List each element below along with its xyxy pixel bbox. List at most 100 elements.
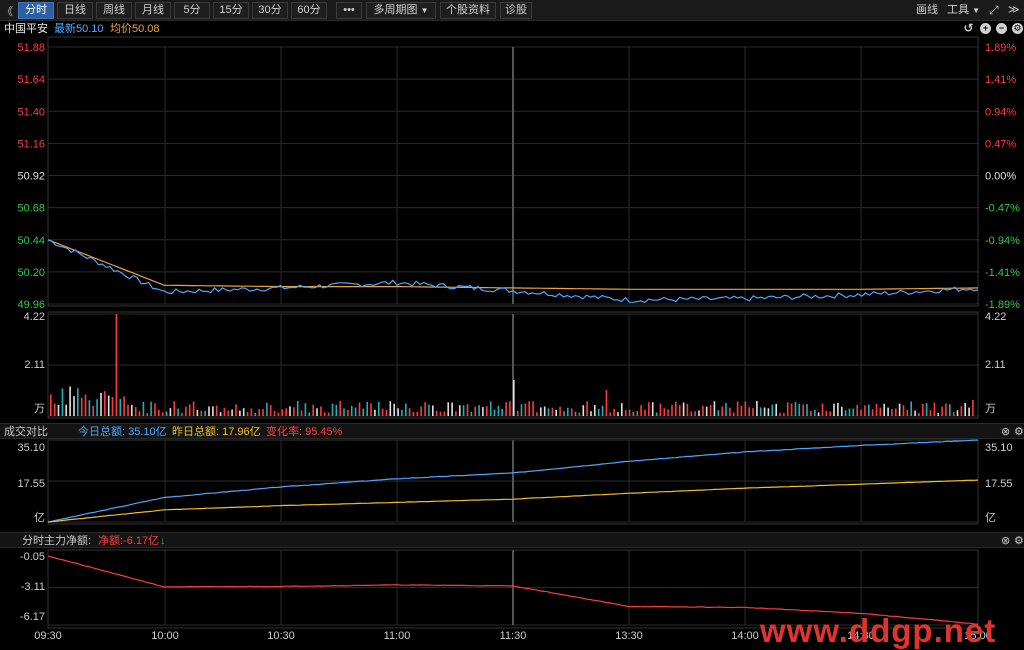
volume-bar [474, 406, 476, 416]
volume-bar [833, 403, 835, 416]
volume-bar [906, 409, 909, 416]
volume-bar [555, 409, 557, 416]
time-tick-label: 09:30 [34, 630, 62, 642]
volume-bar [536, 412, 538, 416]
volume-bar [509, 401, 511, 416]
volume-bar [682, 402, 685, 416]
percent-tick-label: 0.00% [985, 171, 1016, 183]
volume-bar [489, 401, 492, 416]
time-tick-label: 10:00 [151, 630, 179, 642]
volume-bar [405, 403, 407, 416]
volume-bar [759, 407, 762, 416]
volume-bar [590, 411, 592, 416]
volume-bar [659, 403, 662, 416]
volume-bar [374, 409, 376, 416]
volume-bar [84, 394, 87, 416]
volume-bar [459, 405, 461, 416]
volume-bar [408, 408, 411, 416]
volume-bar [486, 406, 488, 416]
volume-bar [790, 403, 793, 416]
volume-bar [856, 405, 858, 416]
volume-bar [435, 410, 438, 416]
volume-bar [497, 405, 500, 416]
volume-bar [146, 412, 149, 416]
volume-bar [200, 410, 203, 416]
volume-bar [717, 410, 720, 416]
volume-bar [956, 410, 959, 416]
gear-icon[interactable]: ⚙ [1014, 424, 1024, 440]
volume-bar [77, 388, 79, 416]
volume-bar [482, 407, 484, 416]
close-icon[interactable]: ⊗ [1001, 533, 1010, 549]
volume-bar [254, 412, 257, 416]
volume-bar [100, 392, 102, 416]
volume-bar [266, 402, 268, 416]
volume-bar [775, 403, 777, 416]
volume-bar [516, 410, 519, 416]
volume-bar [447, 402, 449, 416]
volume-bar [366, 401, 368, 416]
volume-bar [478, 405, 480, 416]
volume-bar [262, 409, 264, 416]
price-tick-label: 49.96 [17, 299, 45, 311]
turnover-panel-header: 成交对比 今日总额: 35.10亿 昨日总额: 17.96亿 变化率: 95.4… [0, 423, 1024, 439]
volume-bar [277, 412, 280, 416]
volume-bar [794, 401, 797, 416]
axis-labels: 51.88 1.89% 51.64 1.41% 51.40 0.94% 51.16 0.47%… [17, 42, 1020, 642]
volume-bar [231, 409, 233, 416]
volume-bar [686, 403, 689, 416]
volume-bar [821, 403, 824, 416]
yesterday-total: 昨日总额: 17.96亿 [172, 426, 261, 438]
volume-bar [594, 404, 596, 416]
percent-tick-label: -1.89% [985, 299, 1020, 311]
volume-bar [922, 403, 924, 416]
volume-bar [868, 404, 870, 416]
volume-bar [713, 401, 716, 416]
close-icon[interactable]: ⊗ [1001, 424, 1010, 440]
volume-bar [335, 404, 338, 416]
volume-tick-label: 2.11 [985, 359, 1006, 371]
volume-bar [933, 402, 936, 416]
gear-icon[interactable]: ⚙ [1014, 533, 1024, 549]
volume-bar [817, 412, 820, 416]
price-tick-label: 50.92 [17, 171, 45, 183]
percent-tick-label: 0.47% [985, 138, 1016, 150]
netflow-tick-label: -6.17 [20, 611, 45, 623]
volume-bar [914, 410, 916, 416]
volume-bar [242, 408, 245, 416]
time-tick-label: 14:00 [731, 630, 759, 642]
price-tick-label: 51.16 [17, 138, 45, 150]
volume-bar [451, 402, 453, 416]
volume-bar [161, 412, 164, 416]
volume-bar [154, 403, 156, 416]
volume-bar [767, 408, 770, 416]
volume-bar [181, 412, 183, 416]
volume-bar [756, 401, 758, 416]
intraday-chart: 51.88 1.89% 51.64 1.41% 51.40 0.94% 51.16 0.47%… [17, 36, 1020, 642]
volume-bar [115, 314, 118, 416]
volume-bar [412, 411, 415, 416]
volume-bar [258, 409, 260, 416]
volume-bar [937, 412, 939, 416]
volume-bar [528, 401, 530, 416]
volume-bar [142, 401, 145, 416]
volume-bar [574, 411, 577, 416]
price-tick-label: 50.20 [17, 267, 45, 279]
turnover-tick-label: 17.55 [985, 478, 1013, 490]
volume-bar [887, 407, 889, 416]
volume-bar [910, 401, 912, 416]
volume-tick-label: 万 [34, 403, 45, 415]
volume-bar [462, 405, 465, 416]
turnover-tick-label: 亿 [34, 511, 45, 524]
volume-bar [513, 380, 515, 416]
price-tick-label: 51.64 [17, 74, 45, 86]
volume-bar [779, 412, 781, 416]
volume-bar [73, 396, 75, 416]
volume-bar [323, 412, 326, 416]
volume-bar [929, 410, 932, 416]
turnover-tick-label: 17.55 [17, 478, 45, 490]
volume-bar [702, 405, 704, 416]
turnover-tick-label: 35.10 [985, 442, 1013, 454]
volume-bar [219, 412, 222, 416]
volume-bar [432, 405, 434, 416]
